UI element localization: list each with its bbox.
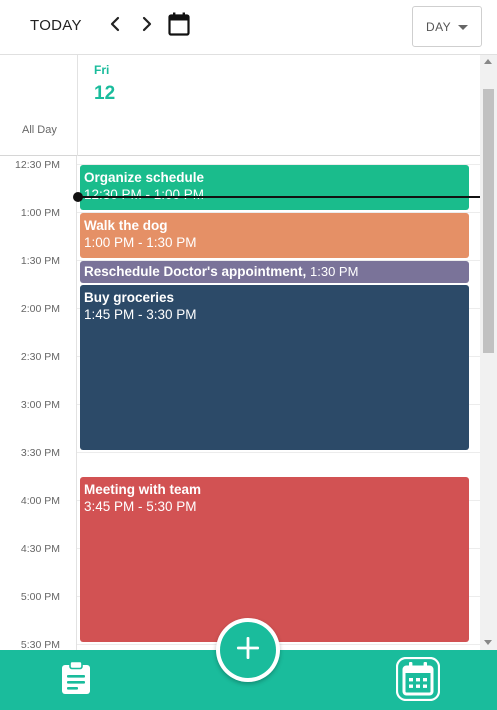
current-time-line bbox=[78, 196, 480, 198]
scrollbar-thumb[interactable] bbox=[483, 89, 494, 353]
tasks-button[interactable] bbox=[58, 659, 94, 701]
scrollbar[interactable] bbox=[480, 55, 497, 650]
event-title-row: Reschedule Doctor's appointment, 1:30 PM bbox=[84, 263, 465, 280]
time-grid[interactable]: 12:30 PM 1:00 PM 1:30 PM 2:00 PM 2:30 PM… bbox=[0, 156, 480, 650]
time-label: 5:30 PM bbox=[20, 639, 60, 650]
view-mode-value: DAY bbox=[426, 19, 451, 34]
time-label: 5:00 PM bbox=[20, 591, 60, 603]
event-time: 12:30 PM - 1:00 PM bbox=[84, 187, 205, 202]
scroll-up-arrow-icon[interactable] bbox=[484, 59, 492, 64]
event-title: Walk the dog bbox=[84, 218, 168, 233]
time-column: 12:30 PM 1:00 PM 1:30 PM 2:00 PM 2:30 PM… bbox=[0, 156, 77, 650]
event-time: 1:00 PM - 1:30 PM bbox=[84, 235, 197, 250]
toolbar: TODAY DAY bbox=[0, 0, 497, 55]
chevron-left-icon bbox=[109, 16, 121, 37]
time-label: 2:00 PM bbox=[20, 303, 60, 315]
time-label: 3:00 PM bbox=[20, 399, 60, 411]
event-reschedule-doctor[interactable]: Reschedule Doctor's appointment, 1:30 PM bbox=[80, 261, 469, 283]
day-number[interactable]: 12 bbox=[94, 83, 115, 105]
time-label: 2:30 PM bbox=[20, 351, 60, 363]
clipboard-icon bbox=[61, 660, 91, 700]
event-time: 3:45 PM - 5:30 PM bbox=[84, 499, 197, 514]
next-day-button[interactable] bbox=[136, 13, 158, 39]
day-header: All Day Fri 12 bbox=[0, 55, 480, 156]
caret-down-icon bbox=[458, 25, 468, 30]
previous-day-button[interactable] bbox=[104, 13, 126, 39]
event-title: Organize schedule bbox=[84, 170, 205, 185]
day-name: Fri bbox=[94, 63, 110, 77]
grid-line bbox=[77, 452, 480, 453]
current-time-dot bbox=[73, 192, 83, 202]
event-title: Buy groceries bbox=[84, 290, 175, 305]
time-label: 3:30 PM bbox=[20, 447, 60, 459]
calendar-icon bbox=[168, 12, 190, 41]
all-day-label: All Day bbox=[22, 124, 57, 136]
event-title: Reschedule Doctor's appointment, bbox=[84, 264, 307, 279]
header-divider bbox=[77, 55, 78, 156]
event-time: 1:45 PM - 3:30 PM bbox=[84, 307, 197, 322]
event-organize-schedule[interactable]: Organize schedule 12:30 PM - 1:00 PM bbox=[80, 165, 469, 210]
scroll-down-arrow-icon[interactable] bbox=[484, 640, 492, 645]
event-time: 1:30 PM bbox=[310, 264, 359, 279]
event-buy-groceries[interactable]: Buy groceries 1:45 PM - 3:30 PM bbox=[80, 285, 469, 450]
event-walk-the-dog[interactable]: Walk the dog 1:00 PM - 1:30 PM bbox=[80, 213, 469, 258]
add-button-circle bbox=[220, 622, 276, 678]
time-label: 4:30 PM bbox=[20, 543, 60, 555]
today-button[interactable]: TODAY bbox=[24, 12, 88, 40]
time-label: 12:30 PM bbox=[15, 159, 60, 171]
event-title: Meeting with team bbox=[84, 482, 202, 497]
date-picker-button[interactable] bbox=[166, 12, 192, 40]
event-meeting-with-team[interactable]: Meeting with team 3:45 PM - 5:30 PM bbox=[80, 477, 469, 642]
plus-icon bbox=[236, 636, 260, 665]
calendar-view-button[interactable] bbox=[395, 656, 441, 706]
view-mode-select[interactable]: DAY bbox=[412, 6, 482, 47]
time-label: 4:00 PM bbox=[20, 495, 60, 507]
calendar-app: TODAY DAY All Day Fri 12 12:30 PM 1:00 P… bbox=[0, 0, 497, 710]
time-label: 1:30 PM bbox=[20, 255, 60, 267]
chevron-right-icon bbox=[141, 16, 153, 37]
add-event-button[interactable] bbox=[216, 618, 280, 682]
time-label: 1:00 PM bbox=[20, 207, 60, 219]
calendar-icon bbox=[395, 656, 441, 706]
